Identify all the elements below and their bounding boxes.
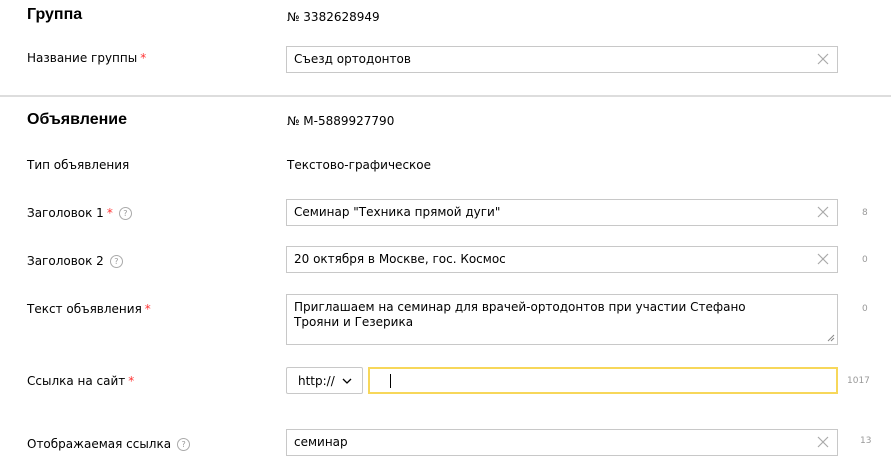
- display-link-label: Отображаемая ссылка?: [27, 437, 191, 451]
- ad-type-label: Тип объявления: [27, 158, 130, 172]
- ad-text-counter: 0: [862, 304, 868, 314]
- resize-handle-icon[interactable]: [827, 334, 835, 342]
- protocol-value: http://: [298, 374, 335, 388]
- help-icon[interactable]: ?: [177, 438, 191, 451]
- headline1-counter: 8: [862, 208, 868, 218]
- protocol-select[interactable]: http://: [286, 367, 363, 394]
- ad-text-label-text: Текст объявления: [27, 302, 142, 316]
- display-link-input[interactable]: семинар: [286, 429, 838, 456]
- group-section-title: Группа: [27, 6, 83, 23]
- text-cursor: [390, 374, 391, 388]
- clear-icon[interactable]: [817, 206, 829, 218]
- link-label: Ссылка на сайт *: [27, 374, 134, 388]
- display-link-counter: 13: [860, 436, 872, 446]
- headline2-input[interactable]: 20 октября в Москве, гос. Космос: [286, 246, 838, 273]
- headline1-input[interactable]: Семинар "Техника прямой дуги": [286, 199, 838, 226]
- headline1-value: Семинар "Техника прямой дуги": [294, 205, 501, 219]
- headline1-label-text: Заголовок 1: [27, 206, 104, 220]
- required-mark: *: [144, 302, 151, 316]
- required-mark: *: [140, 51, 147, 65]
- link-input[interactable]: [368, 367, 838, 394]
- display-link-value: семинар: [294, 435, 348, 449]
- chevron-down-icon: [342, 378, 352, 384]
- group-name-value: Съезд ортодонтов: [294, 52, 411, 66]
- headline1-label: Заголовок 1 *?: [27, 206, 132, 220]
- required-mark: *: [106, 206, 113, 220]
- clear-icon[interactable]: [817, 253, 829, 265]
- group-number: № 3382628949: [287, 10, 380, 24]
- display-link-label-text: Отображаемая ссылка: [27, 437, 172, 451]
- section-divider: [0, 95, 891, 97]
- ad-type-value: Текстово-графическое: [287, 158, 432, 172]
- ad-number: № M-5889927790: [287, 114, 395, 128]
- ad-text-textarea[interactable]: Приглашаем на семинар для врачей-ортодон…: [286, 294, 838, 345]
- clear-icon[interactable]: [817, 53, 829, 65]
- help-icon[interactable]: ?: [118, 207, 132, 220]
- headline2-counter: 0: [862, 255, 868, 265]
- headline2-value: 20 октября в Москве, гос. Космос: [294, 252, 506, 266]
- ad-text-label: Текст объявления *: [27, 302, 151, 316]
- link-label-text: Ссылка на сайт: [27, 374, 126, 388]
- group-name-label-text: Название группы: [27, 51, 138, 65]
- ad-text-value: Приглашаем на семинар для врачей-ортодон…: [294, 300, 746, 329]
- clear-icon[interactable]: [817, 436, 829, 448]
- ad-section-title: Объявление: [27, 111, 127, 128]
- link-counter: 1017: [847, 376, 870, 386]
- group-name-input[interactable]: Съезд ортодонтов: [286, 46, 838, 73]
- required-mark: *: [128, 374, 135, 388]
- help-icon[interactable]: ?: [109, 255, 123, 268]
- headline2-label-text: Заголовок 2: [27, 254, 104, 268]
- group-name-label: Название группы *: [27, 51, 146, 65]
- headline2-label: Заголовок 2?: [27, 254, 123, 268]
